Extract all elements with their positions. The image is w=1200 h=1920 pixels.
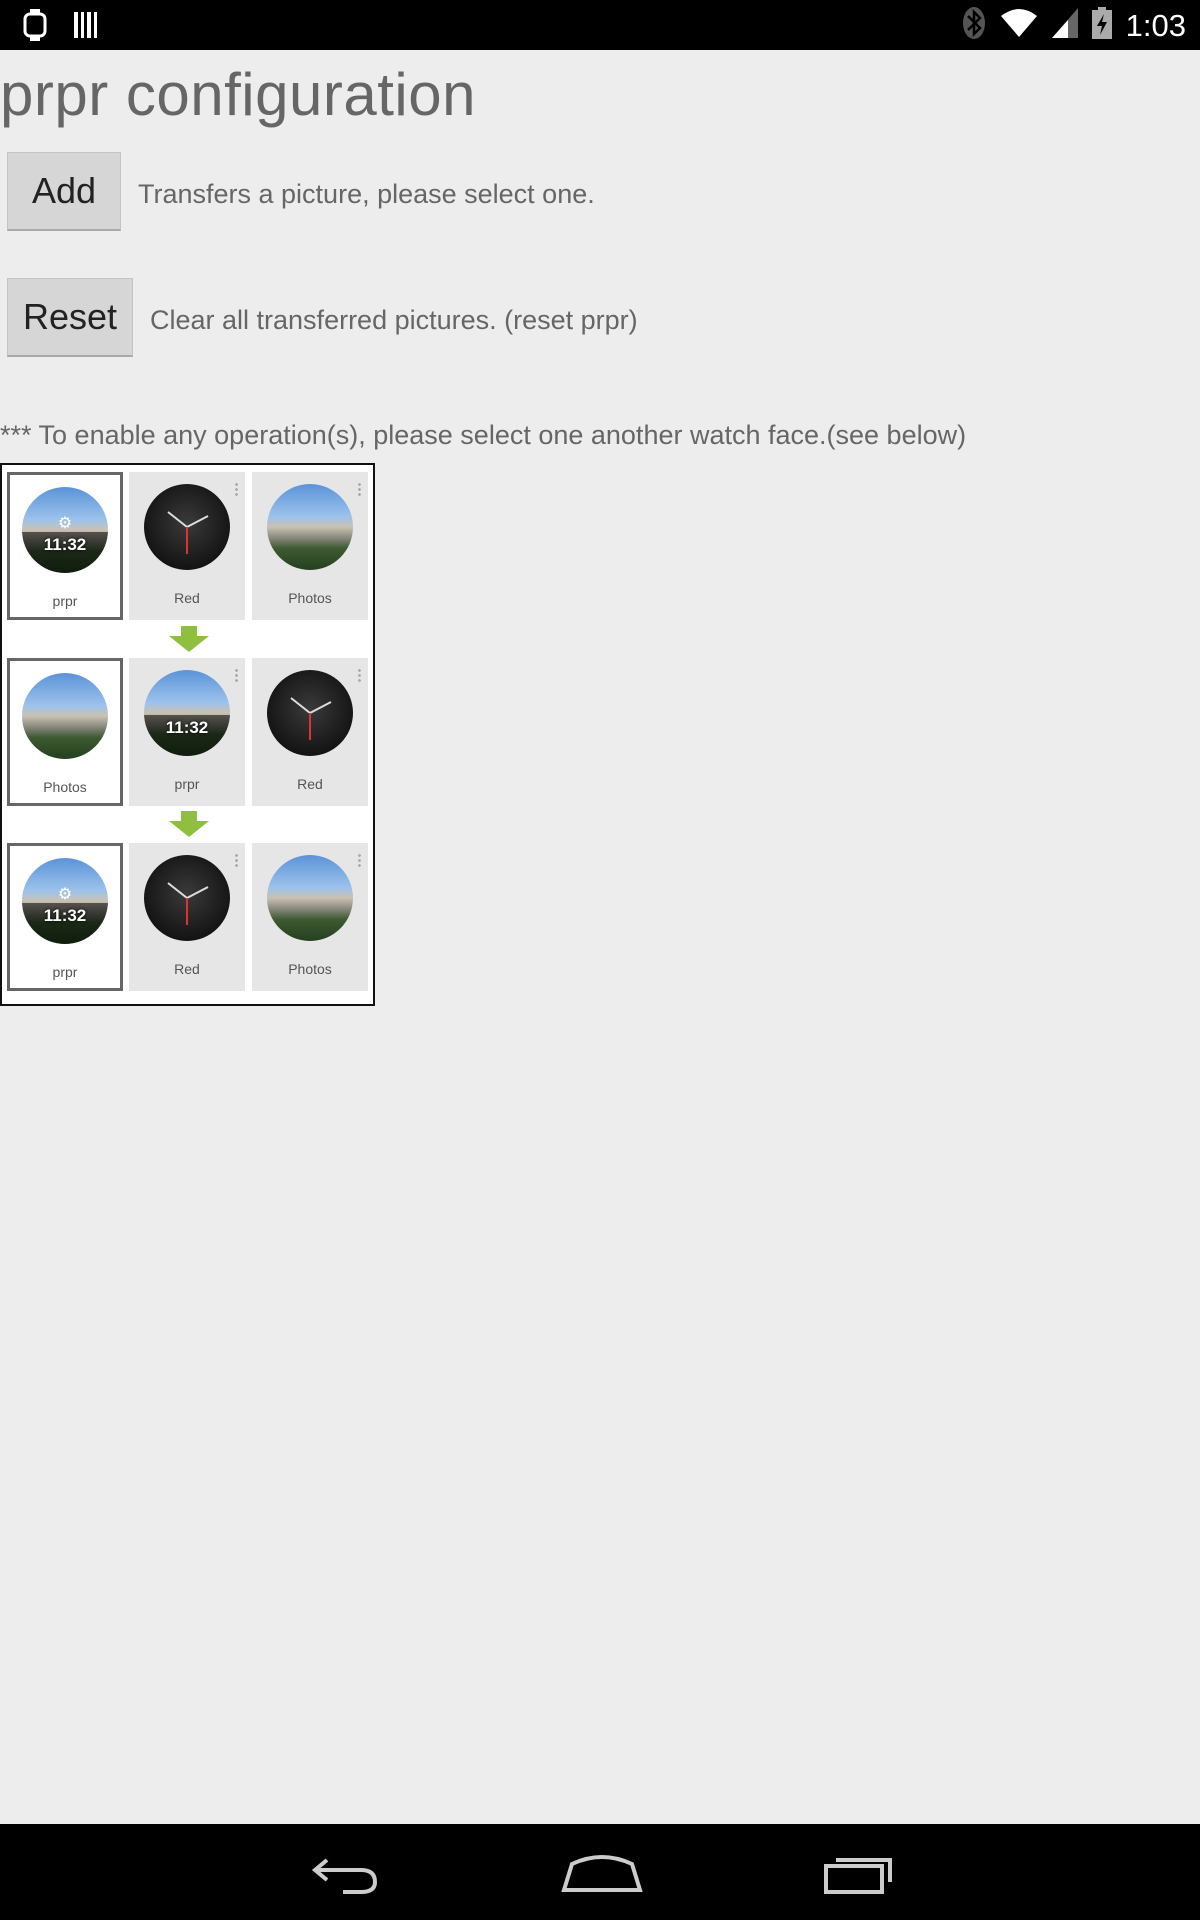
down-arrow-icon (169, 626, 209, 652)
gear-icon: ⚙ (57, 885, 73, 903)
watch-face-label: prpr (52, 964, 78, 980)
navigation-bar (0, 1824, 1200, 1920)
watch-face-thumbnail (22, 673, 108, 759)
bluetooth-icon (962, 6, 986, 45)
watch-face-thumbnail: ⚙ 11:32 (22, 858, 108, 944)
guide-cell: Red (129, 843, 245, 991)
more-icon (235, 482, 238, 496)
guide-cell: Photos (7, 658, 123, 806)
watch-face-label: Photos (43, 779, 87, 795)
android-wear-icon (22, 9, 48, 46)
barcode-icon (74, 10, 100, 45)
add-description: Transfers a picture, please select one. (138, 179, 595, 209)
watch-face-thumbnail (144, 484, 230, 570)
guide-cell: Photos (252, 843, 368, 991)
guide-cell: ⚙ 11:32 prpr (7, 843, 123, 991)
more-icon (358, 482, 361, 496)
wifi-icon (1000, 8, 1038, 43)
guide-cell: Red (252, 658, 368, 806)
guide-cell: 11:32 prpr (129, 658, 245, 806)
more-icon (358, 853, 361, 867)
guide-cell: Photos (252, 472, 368, 620)
watch-face-label: Red (174, 590, 200, 606)
watch-face-guide-image: ⚙ 11:32 prpr Red Photos Photos 11:32 prp… (0, 463, 375, 1006)
watch-face-label: prpr (174, 776, 200, 792)
instruction-note: *** To enable any operation(s), please s… (0, 420, 967, 450)
more-icon (235, 853, 238, 867)
reset-button[interactable]: Reset (7, 278, 133, 357)
recent-apps-icon[interactable] (820, 1846, 900, 1898)
watch-face-thumbnail: ⚙ 11:32 (22, 487, 108, 573)
page-title: prpr configuration (0, 61, 476, 128)
clock: 1:03 (1125, 7, 1186, 43)
guide-cell: Red (129, 472, 245, 620)
watch-face-label: Red (297, 776, 323, 792)
add-button[interactable]: Add (7, 152, 121, 231)
battery-charging-icon (1091, 7, 1112, 44)
watch-face-label: Photos (288, 961, 332, 977)
watch-face-label: Red (174, 961, 200, 977)
watch-face-thumbnail (144, 855, 230, 941)
watch-face-label: prpr (52, 593, 78, 609)
more-icon (235, 668, 238, 682)
watch-face-thumbnail: 11:32 (144, 670, 230, 756)
watch-face-thumbnail (267, 670, 353, 756)
status-bar: 1:03 (0, 0, 1200, 50)
guide-cell: ⚙ 11:32 prpr (7, 472, 123, 620)
watch-face-thumbnail (267, 484, 353, 570)
watch-face-thumbnail (267, 855, 353, 941)
back-icon[interactable] (305, 1846, 385, 1898)
home-icon[interactable] (560, 1846, 644, 1898)
watch-face-label: Photos (288, 590, 332, 606)
signal-icon (1051, 8, 1078, 43)
gear-icon: ⚙ (57, 514, 73, 532)
reset-description: Clear all transferred pictures. (reset p… (150, 305, 638, 335)
more-icon (358, 668, 361, 682)
down-arrow-icon (169, 811, 209, 837)
